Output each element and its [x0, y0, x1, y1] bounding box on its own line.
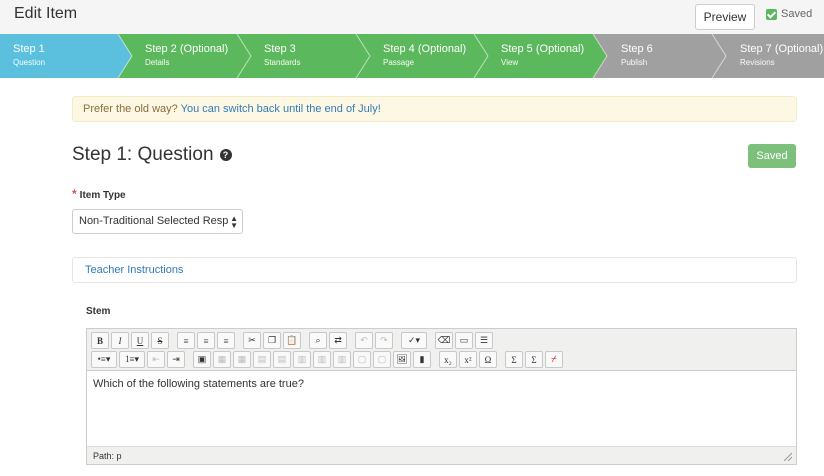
align-left-icon[interactable]: ≡ — [177, 332, 195, 349]
step-4-sub: Passage — [383, 58, 415, 67]
numbered-list-icon[interactable]: 1≡▾ — [119, 351, 145, 368]
superscript-icon[interactable]: x² — [459, 351, 477, 368]
editor-content-area[interactable]: Which of the following statements are tr… — [87, 372, 796, 446]
bold-icon[interactable]: B — [91, 332, 109, 349]
align-center-icon[interactable]: ≡ — [197, 332, 215, 349]
source-icon[interactable]: ☰ — [475, 332, 493, 349]
editor-path: Path: p — [93, 451, 122, 461]
step-1-label: Step 1 — [13, 43, 45, 55]
subscript-icon[interactable]: x₂ — [439, 351, 457, 368]
item-type-label-text: Item Type — [79, 190, 126, 201]
step-heading-text: Step 1: Question — [72, 144, 214, 165]
step-3-label: Step 3 — [264, 43, 296, 55]
page-title: Edit Item — [14, 5, 78, 22]
step-5-label: Step 5 (Optional) — [501, 43, 585, 55]
step-1-tab[interactable]: Step 1 Question — [13, 43, 45, 69]
step-6-label: Step 6 — [621, 43, 653, 55]
stem-editor: B I U S ≡ ≡ ≡ ✂ ❐ 📋 ⌕ ⇄ ↶ ↷ ✓▾ ⌫ ▭ ☰ •≡▾… — [86, 328, 797, 465]
switch-back-link[interactable]: You can switch back until the end of Jul… — [181, 103, 381, 115]
required-marker: * — [72, 187, 77, 201]
question-circle-icon[interactable]: ? — [219, 149, 232, 161]
step-6-sub: Publish — [621, 58, 648, 67]
preview-button[interactable]: Preview — [695, 4, 755, 30]
step-6-tab[interactable]: Step 6 Publish — [621, 43, 653, 69]
replace-icon[interactable]: ⇄ — [329, 332, 347, 349]
step-4-tab[interactable]: Step 4 (Optional) Passage — [383, 43, 466, 69]
insert-image-icon[interactable]: 🖼 — [393, 351, 411, 368]
saved-indicator: Saved — [766, 8, 812, 20]
wizard-step-bg — [237, 34, 370, 78]
table-props-icon[interactable]: ▦ — [233, 351, 251, 368]
align-right-icon[interactable]: ≡ — [217, 332, 235, 349]
editor-content-text: Which of the following statements are tr… — [93, 378, 304, 390]
row-props-icon[interactable]: ▢ — [373, 351, 391, 368]
split-icon[interactable]: ▥ — [333, 351, 351, 368]
toolbar-row-1: B I U S ≡ ≡ ≡ ✂ ❐ 📋 ⌕ ⇄ ↶ ↷ ✓▾ ⌫ ▭ ☰ — [91, 332, 493, 349]
step-5-sub: View — [501, 58, 519, 67]
step-wizard: Step 1 Question Step 2 (Optional) Detail… — [0, 34, 824, 78]
bullet-list-icon[interactable]: •≡▾ — [91, 351, 117, 368]
step-7-sub: Revisions — [740, 58, 775, 67]
step-2-label: Step 2 (Optional) — [145, 43, 229, 55]
step-4-label: Step 4 (Optional) — [383, 43, 467, 55]
editor-status-bar: Path: p — [87, 446, 796, 464]
checkbox-check-icon — [766, 8, 777, 20]
saved-indicator-label: Saved — [781, 8, 813, 20]
cell-icon[interactable]: ▢ — [353, 351, 371, 368]
top-bar: Edit Item Preview Saved — [0, 0, 824, 34]
redo-icon[interactable]: ↷ — [375, 332, 393, 349]
select-arrows-icon: ▲ ▼ — [228, 214, 238, 230]
item-type-select[interactable]: Non-Traditional Selected Respc ▲ ▼ — [72, 209, 243, 234]
insert-field-icon[interactable]: ▭ — [455, 332, 473, 349]
merge-icon[interactable]: ▥ — [313, 351, 331, 368]
resize-handle-icon[interactable] — [782, 451, 792, 461]
italic-icon[interactable]: I — [111, 332, 129, 349]
step-7-tab[interactable]: Step 7 (Optional) Revisions — [740, 43, 823, 69]
delete-row-icon[interactable]: ▤ — [273, 351, 291, 368]
strikethrough-icon[interactable]: S — [151, 332, 169, 349]
wizard-step-bg — [593, 34, 726, 78]
paste-icon[interactable]: 📋 — [283, 332, 301, 349]
item-type-value: Non-Traditional Selected Respc — [79, 215, 234, 227]
step-7-label: Step 7 (Optional) — [740, 43, 824, 55]
step-3-sub: Standards — [264, 58, 301, 67]
notice-text: Prefer the old way? — [83, 103, 178, 115]
step-2-tab[interactable]: Step 2 (Optional) Details — [145, 43, 228, 69]
step-5-tab[interactable]: Step 5 (Optional) View — [501, 43, 584, 69]
stem-label: Stem — [86, 306, 111, 317]
row-icon[interactable]: ▤ — [253, 351, 271, 368]
table-icon[interactable]: ▦ — [213, 351, 231, 368]
cut-icon[interactable]: ✂ — [243, 332, 261, 349]
graph-icon[interactable]: ⌿ — [545, 351, 563, 368]
image-icon[interactable]: ▣ — [193, 351, 211, 368]
copy-icon[interactable]: ❐ — [263, 332, 281, 349]
find-icon[interactable]: ⌕ — [309, 332, 327, 349]
media-icon[interactable]: ▮ — [413, 351, 431, 368]
indent-icon[interactable]: ⇥ — [167, 351, 185, 368]
switch-back-notice: Prefer the old way? You can switch back … — [72, 96, 797, 122]
equation-icon[interactable]: Σ — [525, 351, 543, 368]
editor-toolbar: B I U S ≡ ≡ ≡ ✂ ❐ 📋 ⌕ ⇄ ↶ ↷ ✓▾ ⌫ ▭ ☰ •≡▾… — [87, 329, 796, 371]
spellcheck-icon[interactable]: ✓▾ — [401, 332, 427, 349]
eraser-icon[interactable]: ⌫ — [435, 332, 453, 349]
undo-icon[interactable]: ↶ — [355, 332, 373, 349]
toolbar-row-2: •≡▾ 1≡▾ ⇤ ⇥ ▣ ▦ ▦ ▤ ▤ ▥ ▥ ▥ ▢ ▢ 🖼 ▮ x₂ x… — [91, 351, 563, 368]
step-2-sub: Details — [145, 58, 170, 67]
col-icon[interactable]: ▥ — [293, 351, 311, 368]
step-1-sub: Question — [13, 58, 46, 67]
sum-icon[interactable]: Σ — [505, 351, 523, 368]
step-3-tab[interactable]: Step 3 Standards — [264, 43, 300, 69]
saved-button[interactable]: Saved — [748, 144, 796, 168]
teacher-instructions-panel[interactable]: Teacher Instructions — [72, 257, 797, 283]
step-heading: Step 1: Question ? — [72, 144, 232, 166]
outdent-icon[interactable]: ⇤ — [147, 351, 165, 368]
item-type-label: * Item Type — [72, 187, 126, 201]
special-char-icon[interactable]: Ω — [479, 351, 497, 368]
underline-icon[interactable]: U — [131, 332, 149, 349]
